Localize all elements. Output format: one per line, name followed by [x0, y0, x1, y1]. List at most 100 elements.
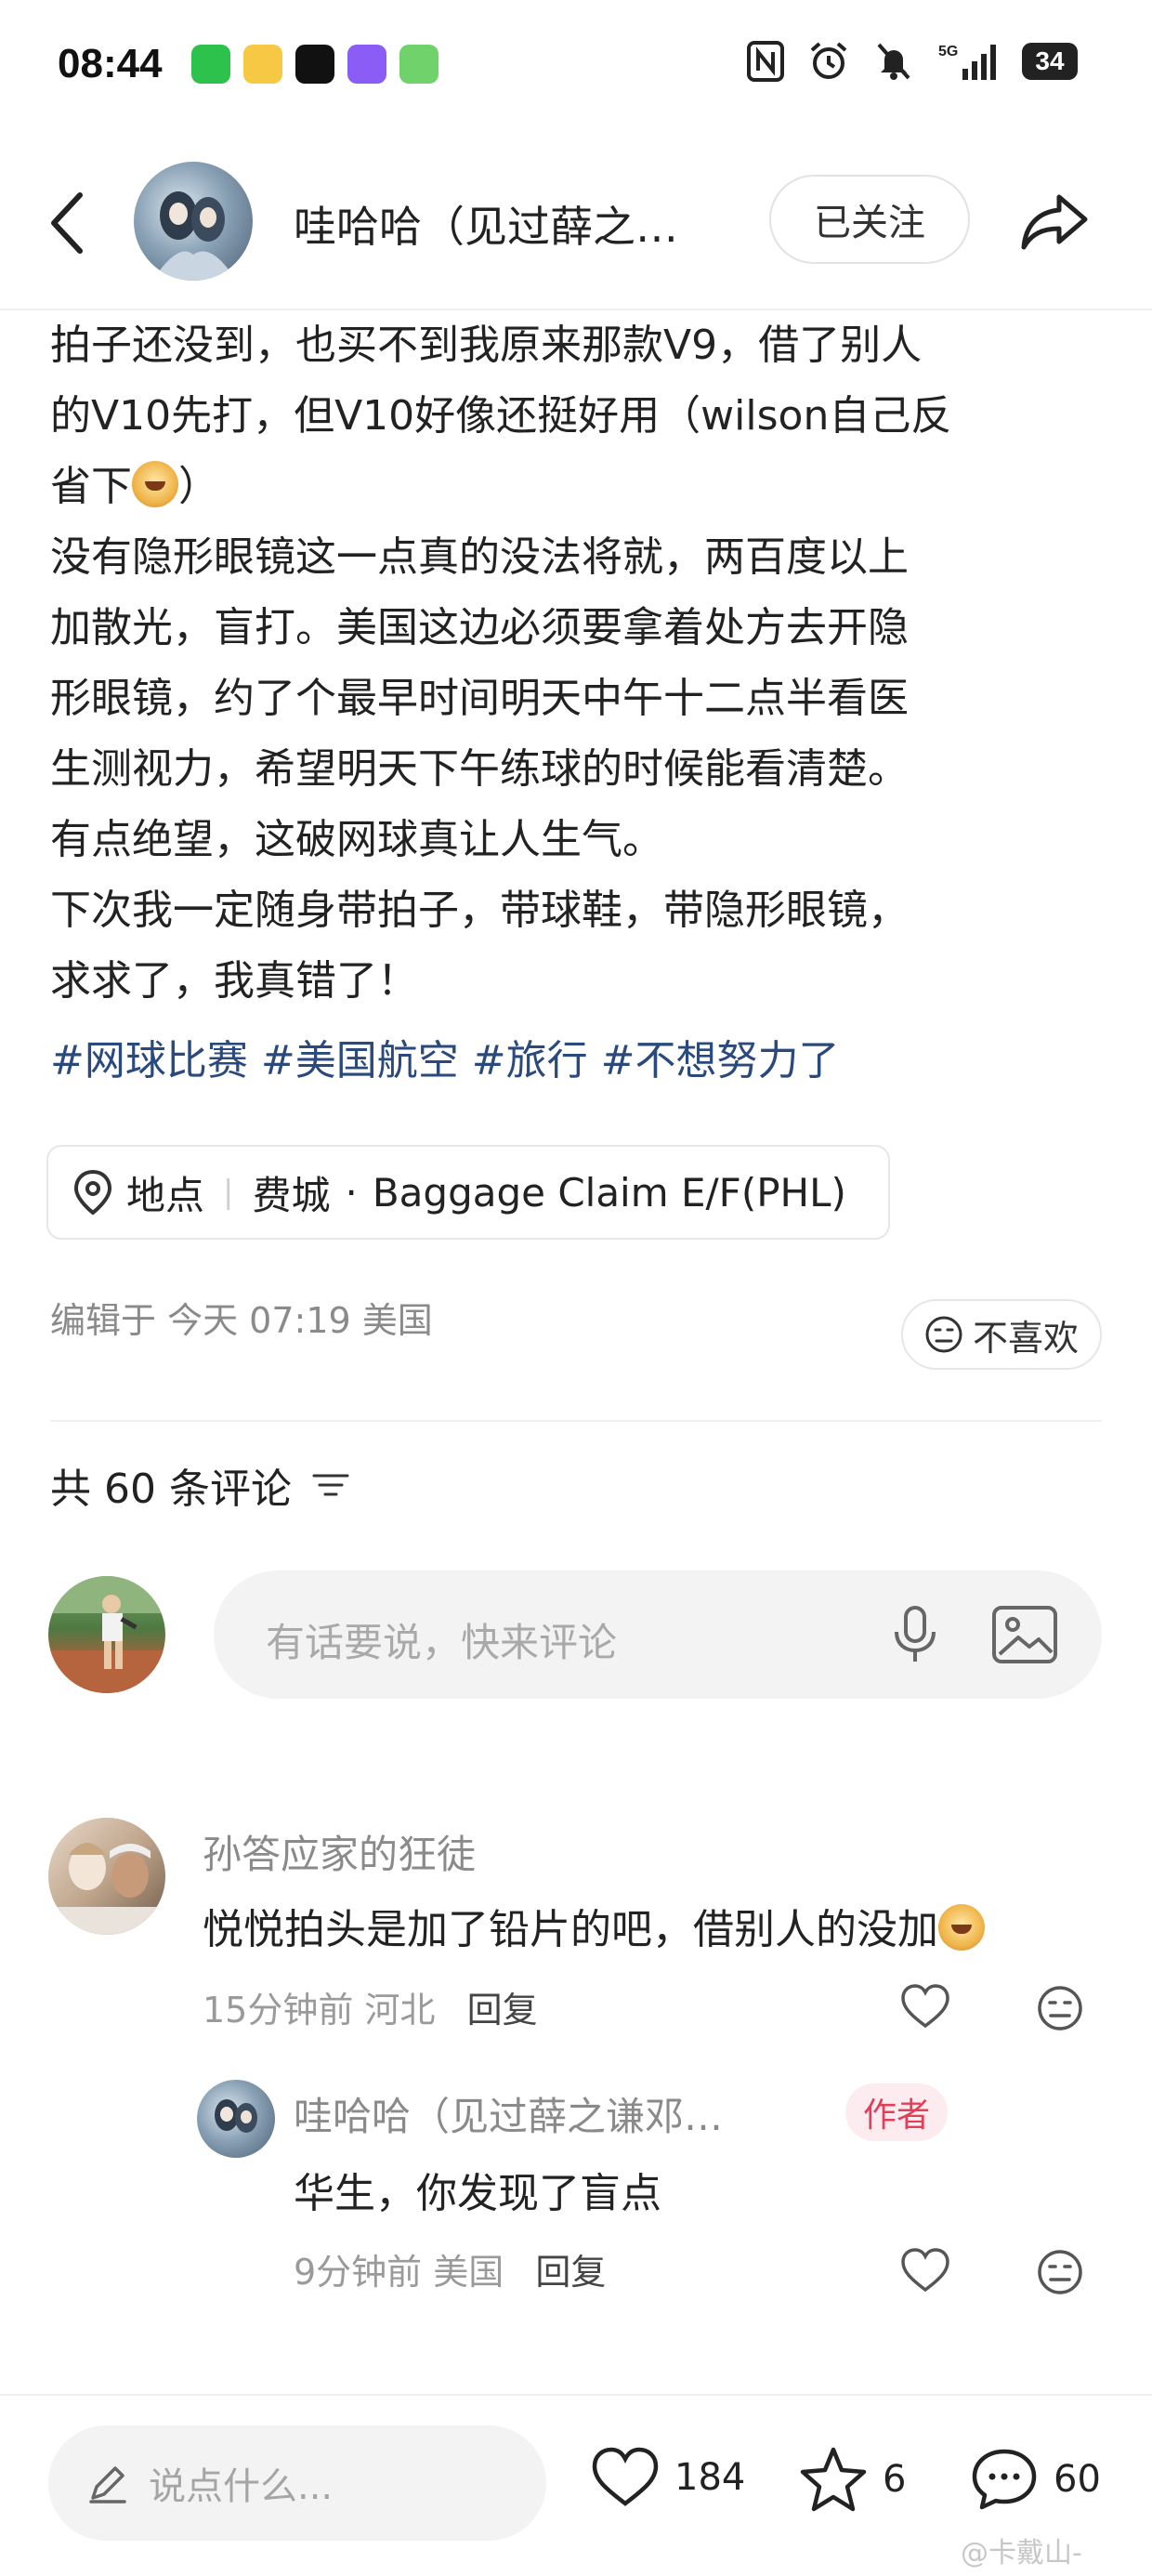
wechat-icon — [191, 45, 230, 84]
comment-text: 悦悦拍头是加了铅片的吧，借别人的没加 — [203, 1896, 985, 1955]
pencil-icon — [89, 2466, 126, 2504]
comment-total: 60 — [1054, 2458, 1101, 2501]
post-line: 省下 ） — [50, 452, 1100, 522]
location-city: 费城 — [252, 1172, 331, 1218]
post-header: 哇哈哈（见过薛之… 已关注 — [0, 149, 1152, 307]
message-app-icon — [399, 45, 439, 84]
section-divider — [50, 1420, 1102, 1422]
hashtag-dont-want-to-try[interactable]: #不想努力了 — [601, 1037, 840, 1084]
watermark: @卡戴山- — [961, 2537, 1082, 2569]
comment-count-header: 共 60 条评论 — [50, 1455, 351, 1515]
say-something-placeholder: 说点什么... — [149, 2465, 334, 2508]
status-time: 08:44 — [58, 41, 163, 86]
comment-meta: 15分钟前 河北 回复 — [203, 1981, 538, 2032]
chevron-left-icon — [51, 192, 83, 254]
reply-time: 9分钟前 — [294, 2252, 423, 2293]
post-line-text: 省下 — [50, 463, 132, 510]
status-bar: 08:44 5G 34 — [0, 0, 1152, 139]
post-content: 拍子还没到，也买不到我原来那款V9，借了别人 的V10先打，但V10好像还挺好用… — [50, 310, 1100, 1017]
star-icon — [800, 2447, 867, 2512]
bottom-bar-divider — [0, 2394, 1152, 2396]
heart-icon — [901, 2248, 949, 2293]
comment-input-placeholder: 有话要说，快来评论 — [266, 1620, 618, 1665]
hashtags: #网球比赛 #美国航空 #旅行 #不想努力了 — [50, 1026, 853, 1097]
reply-button[interactable]: 回复 — [535, 2252, 606, 2293]
qianniu-app-icon — [347, 45, 386, 84]
post-line: 加散光，盲打。美国这边必须要拿着处方去开隐 — [50, 604, 909, 651]
reply-dislike-button[interactable] — [1035, 2247, 1085, 2297]
mute-icon — [873, 41, 914, 82]
comment-action[interactable]: 60 — [970, 2446, 1101, 2513]
heart-icon — [901, 1984, 949, 2029]
reply-author-avatar[interactable] — [197, 2080, 275, 2158]
commenter-avatar[interactable] — [48, 1818, 165, 1935]
heart-icon — [592, 2447, 659, 2506]
comment-like-button[interactable] — [899, 1981, 951, 2033]
comment-dislike-button[interactable] — [1035, 1983, 1085, 2033]
follow-button[interactable]: 已关注 — [769, 175, 970, 264]
like-count: 184 — [674, 2456, 746, 2499]
microphone-icon — [895, 1606, 936, 1662]
dislike-button[interactable]: 不喜欢 — [901, 1299, 1102, 1370]
post-detail-screen: 08:44 5G 34 哇哈哈（见过薛之… 已关注 拍子还没到，也买不到我原来那… — [0, 0, 1152, 2576]
location-label: 地点 — [126, 1172, 205, 1218]
comment-bubble-icon — [972, 2449, 1037, 2510]
image-icon — [992, 1606, 1057, 1663]
comment-input[interactable]: 有话要说，快来评论 — [214, 1571, 1102, 1699]
voice-input-button[interactable] — [883, 1602, 948, 1667]
comment-count-label: 共 60 条评论 — [50, 1465, 292, 1513]
say-something-input[interactable]: 说点什么... — [48, 2425, 546, 2541]
reply-author-name[interactable]: 哇哈哈（见过薛之谦邓… — [294, 2085, 723, 2142]
comment-time: 15分钟前 — [203, 1990, 354, 2031]
game-app-icon — [243, 45, 282, 84]
post-line: 有点绝望，这破网球真让人生气。 — [50, 816, 663, 863]
meh-face-icon — [925, 1316, 962, 1353]
reply-text: 华生，你发现了盲点 — [294, 2170, 661, 2217]
post-line: 拍子还没到，也买不到我原来那款V9，借了别人 — [50, 322, 923, 369]
image-upload-button[interactable] — [990, 1602, 1059, 1667]
sort-filter-icon[interactable] — [310, 1466, 351, 1504]
comment-text-body: 悦悦拍头是加了铅片的吧，借别人的没加 — [203, 1906, 938, 1953]
post-line: 下次我一定随身带拍子，带球鞋，带隐形眼镜， — [50, 887, 909, 934]
location-separator: | — [223, 1174, 234, 1211]
cute-face-emoji-icon — [938, 1904, 985, 1951]
cute-face-emoji-icon — [132, 461, 178, 507]
hashtag-american-airlines[interactable]: #美国航空 — [261, 1037, 459, 1084]
battery-indicator: 34 — [1022, 43, 1078, 80]
reply-meta: 9分钟前 美国 回复 — [294, 2243, 606, 2294]
hashtag-travel[interactable]: #旅行 — [472, 1037, 588, 1084]
signal-5g-icon: 5G — [938, 41, 998, 82]
location-dot: · — [345, 1169, 358, 1216]
author-name[interactable]: 哇哈哈（见过薛之… — [294, 193, 730, 255]
my-avatar — [48, 1576, 165, 1693]
comment-region: 河北 — [364, 1990, 436, 2031]
post-line: 生测视力，希望明天下午练球的时候能看清楚。 — [50, 745, 909, 793]
back-button[interactable] — [41, 186, 97, 260]
post-line: 求求了，我真错了！ — [50, 957, 418, 1005]
alarm-icon — [808, 41, 849, 82]
system-icons: 5G 34 — [747, 41, 1078, 82]
notification-icons — [191, 45, 439, 84]
meh-face-icon — [1038, 1986, 1082, 2031]
post-line: 的V10先打，但V10好像还挺好用（wilson自己反 — [50, 392, 952, 440]
star-count: 6 — [883, 2458, 907, 2501]
dislike-label: 不喜欢 — [972, 1317, 1079, 1359]
share-icon — [1021, 194, 1088, 250]
location-place: Baggage Claim E/F(PHL) — [372, 1169, 846, 1216]
share-button[interactable] — [1018, 184, 1093, 258]
author-avatar[interactable] — [134, 162, 253, 281]
location-chip[interactable]: 地点 | 费城 · Baggage Claim E/F(PHL) — [46, 1145, 890, 1240]
reply-region: 美国 — [433, 2252, 504, 2293]
svg-text:5G: 5G — [938, 44, 958, 59]
author-badge: 作者 — [845, 2083, 948, 2141]
star-action[interactable]: 6 — [799, 2446, 906, 2513]
reply-like-button[interactable] — [899, 2245, 951, 2297]
tiktok-icon — [295, 45, 334, 84]
reply-button[interactable]: 回复 — [467, 1990, 538, 2031]
like-action[interactable]: 184 — [591, 2446, 745, 2509]
hashtag-tennis-match[interactable]: #网球比赛 — [50, 1037, 248, 1084]
location-pin-icon — [73, 1169, 112, 1216]
post-line: 形眼镜，约了个最早时间明天中午十二点半看医 — [50, 675, 909, 722]
nfc-icon — [747, 41, 784, 82]
commenter-name[interactable]: 孙答应家的狂徒 — [203, 1823, 476, 1880]
